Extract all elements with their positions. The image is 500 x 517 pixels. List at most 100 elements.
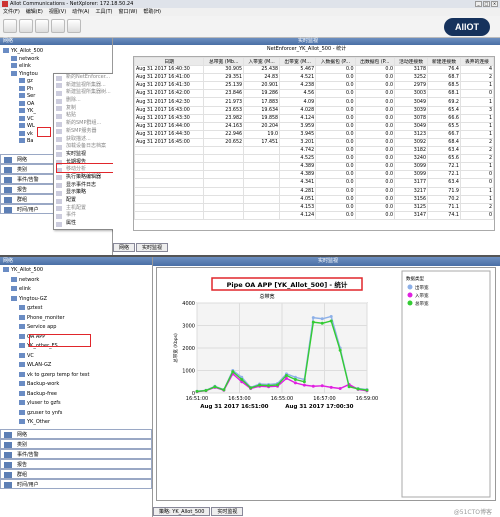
tree-item[interactable]: Backup-work — [0, 380, 152, 390]
column-header[interactable]: 出带宽 (M... — [279, 57, 317, 67]
table-row[interactable]: Aug 31 2017 16:44:30 22.946 19.0 3.945 0.0 0.… — [134, 129, 494, 139]
table-cell: 4.525 — [279, 154, 317, 164]
menu-item[interactable]: 编辑(E) — [26, 8, 43, 16]
column-header[interactable]: 丢弃的连接 — [459, 57, 494, 67]
tree-item[interactable]: Backup-free — [0, 390, 152, 400]
data-point — [204, 389, 208, 393]
node-icon — [11, 55, 17, 61]
table-row[interactable]: Aug 31 2017 16:41:30 25.139 20.901 4.238 0.0… — [134, 81, 494, 91]
close-button[interactable]: × — [491, 1, 498, 7]
highlight-box — [37, 127, 51, 137]
bottom-tab[interactable]: 策略: YK_Allot_500 — [153, 507, 211, 516]
tree-item[interactable]: vk to gzerp temp for test — [0, 371, 152, 381]
table-row[interactable]: Aug 31 2017 16:45:00 20.652 17.451 3.201 0.0… — [134, 137, 494, 148]
bottom-tab[interactable]: 实时监视 — [211, 507, 244, 516]
tree-item[interactable]: Service app — [0, 323, 152, 333]
nav-button[interactable]: 事件/告警 — [0, 449, 152, 459]
table-row[interactable]: 4.389 0.0 0.0 3099 72.1 1 — [134, 162, 494, 172]
context-menu-item[interactable]: 执行策略编辑器 — [54, 174, 118, 182]
table-cell: 25.438 — [243, 65, 281, 75]
column-header[interactable]: 入数据包 (P... — [315, 57, 356, 67]
tree-item[interactable]: gzuser to ynfs — [0, 409, 152, 419]
data-point — [302, 380, 306, 384]
table-row[interactable]: 4.742 0.0 0.0 3182 63.4 2 — [134, 146, 494, 156]
table-cell: 20.204 — [243, 121, 281, 131]
menu-icon — [56, 121, 62, 127]
column-header[interactable]: 新建连接数 — [427, 57, 461, 67]
context-menu-item[interactable]: 配置 — [54, 197, 118, 205]
table-cell: Aug 31 2017 16:44:00 — [134, 121, 205, 131]
menu-item[interactable]: 视图(V) — [49, 8, 66, 16]
table-row[interactable]: 4.124 0.0 0.0 3147 74.1 0 — [134, 210, 494, 220]
table-row[interactable]: Aug 31 2017 16:44:00 24.163 20.204 3.959 0.0… — [134, 121, 494, 131]
tree-item[interactable]: elink — [0, 285, 152, 295]
tree-item[interactable]: WLAN-GZ — [0, 361, 152, 371]
table-row[interactable]: Aug 31 2017 16:43:00 23.653 19.634 4.028 0.0… — [134, 105, 494, 115]
menu-item[interactable]: 工具(T) — [96, 8, 113, 16]
table-row[interactable]: Aug 31 2017 16:41:00 29.351 24.83 4.521 0.0 0… — [134, 73, 494, 83]
table-row[interactable]: Aug 31 2017 16:42:30 21.973 17.883 4.09 0.0 0… — [134, 97, 494, 107]
tree-item[interactable]: yluser to gzfs — [0, 399, 152, 409]
menu-item[interactable]: 文件(F) — [3, 8, 20, 16]
column-header[interactable]: 出数据包 (P... — [354, 57, 396, 67]
column-header[interactable]: 入带宽 (M... — [243, 57, 281, 67]
bottom-tab[interactable]: 网络 — [113, 243, 136, 252]
table-row[interactable]: Aug 31 2017 16:43:30 23.982 19.858 4.124 0.0… — [134, 113, 494, 123]
tree-item[interactable]: YK_Allot_500 — [0, 48, 112, 56]
column-header[interactable]: 日期 — [134, 57, 205, 67]
nav-button[interactable]: 网络 — [0, 429, 152, 439]
minimize-button[interactable]: _ — [475, 1, 482, 7]
menu-item[interactable]: 帮助(H) — [143, 8, 161, 16]
table-row[interactable]: 4.281 0.0 0.0 3217 71.9 1 — [134, 186, 494, 196]
node-icon — [19, 343, 25, 348]
table-row[interactable]: 4.389 0.0 0.0 3099 72.1 0 — [134, 170, 494, 180]
table-cell — [134, 186, 205, 196]
table-cell: Aug 31 2017 16:43:30 — [134, 113, 205, 123]
table-row[interactable]: 4.525 0.0 0.0 3240 65.6 2 — [134, 154, 494, 164]
tree-item-label: network — [19, 55, 40, 62]
tree-item[interactable]: network — [0, 276, 152, 286]
tree-item[interactable]: gztest — [0, 304, 152, 314]
context-menu-item[interactable]: 显示事件日志 — [54, 182, 118, 190]
column-header[interactable]: 活动连接数 — [394, 57, 429, 67]
watermark: @51CTO博客 — [453, 509, 492, 516]
forward-icon[interactable] — [19, 19, 33, 33]
table-row[interactable]: 4.051 0.0 0.0 3156 70.2 1 — [134, 194, 494, 204]
report-icon[interactable] — [51, 19, 65, 33]
tree-item[interactable]: network — [0, 55, 112, 64]
table-row[interactable]: Aug 31 2017 16:40:30 30.905 25.438 5.467 0.0… — [134, 65, 494, 75]
table-cell — [203, 210, 245, 220]
nav-icon — [4, 187, 12, 193]
table-cell: 3 — [459, 105, 494, 115]
x-tick-label: 16:55:00 — [271, 396, 293, 402]
context-menu-item[interactable]: 显示策略 — [54, 189, 118, 197]
table-row[interactable]: 4.153 0.0 0.0 3125 71.1 2 — [134, 202, 494, 212]
table-cell: 68.7 — [427, 73, 461, 83]
nav-button[interactable]: 群组 — [0, 469, 152, 479]
table-cell: 68.5 — [427, 81, 461, 91]
tree-item[interactable]: YK_Allot_500 — [0, 266, 152, 276]
table-cell: 3049 — [394, 121, 429, 131]
nav-button[interactable]: 类别 — [0, 439, 152, 449]
tree-item-label: Ba — [27, 138, 34, 144]
nav-button[interactable]: 时间/用户 — [0, 479, 152, 489]
back-icon[interactable] — [3, 19, 17, 33]
column-header[interactable]: 总带宽 (Mb... — [203, 57, 245, 67]
tree-item[interactable]: Yingtou-GZ — [0, 295, 152, 305]
bottom-tab[interactable]: 实时监视 — [136, 243, 169, 252]
menu-item[interactable]: 动作(A) — [72, 8, 89, 16]
tree-item[interactable]: elink — [0, 63, 112, 71]
tree-item[interactable]: VC — [0, 352, 152, 362]
tree-item[interactable]: Phone_moniter — [0, 314, 152, 324]
table-row[interactable]: Aug 31 2017 16:42:00 23.846 19.286 4.56 0.0 0… — [134, 89, 494, 99]
tree-item[interactable]: YK_Other — [0, 418, 152, 428]
nav-button[interactable]: 报告 — [0, 459, 152, 469]
maximize-button[interactable]: □ — [483, 1, 490, 7]
context-menu-item[interactable]: 属性 — [54, 220, 118, 228]
table-row[interactable]: 4.341 0.0 0.0 3177 63.4 0 — [134, 178, 494, 188]
network-icon[interactable] — [35, 19, 49, 33]
menu-item[interactable]: 窗口(W) — [118, 8, 137, 16]
tree-item-label: VC — [27, 115, 34, 122]
context-menu-item[interactable]: 实时监视 — [54, 151, 118, 159]
refresh-icon[interactable] — [67, 19, 81, 33]
